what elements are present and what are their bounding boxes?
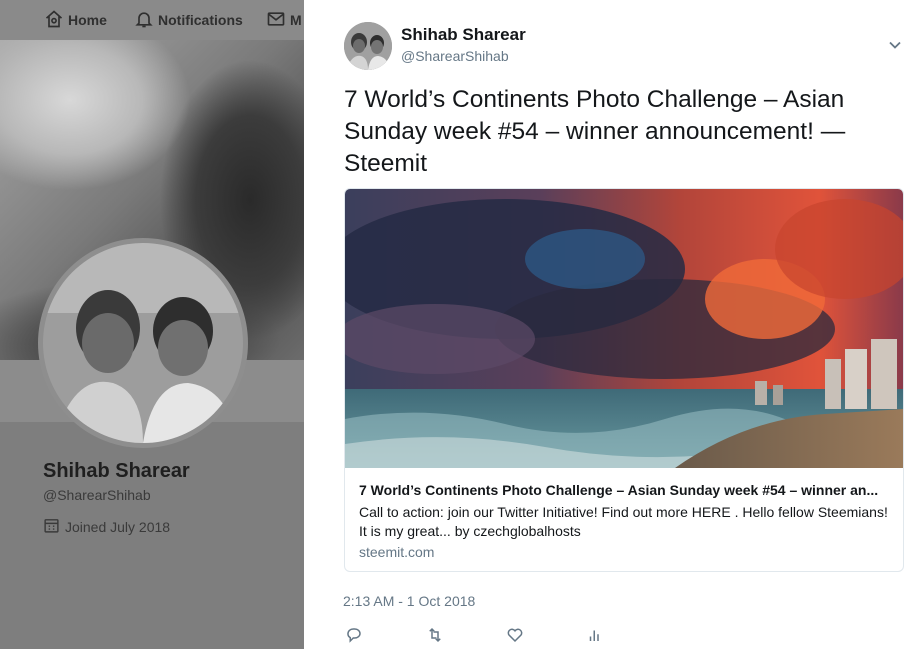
profile-page-background: Home Notifications M Shihab Sharear @Sha… [0, 0, 304, 649]
reply-icon [345, 626, 365, 644]
card-image [345, 189, 903, 468]
tweet-modal: Shihab Sharear @SharearShihab 7 World’s … [304, 0, 915, 649]
bell-icon [134, 9, 158, 32]
retweet-button[interactable] [426, 626, 446, 646]
joined-label: Joined July 2018 [65, 519, 171, 535]
calendar-icon [43, 517, 65, 537]
author-handle[interactable]: @SharearShihab [401, 48, 509, 64]
reply-button[interactable] [345, 626, 365, 646]
heart-icon [506, 626, 526, 644]
profile-handle: @SharearShihab [43, 487, 151, 503]
profile-joined-date: Joined July 2018 [43, 518, 170, 536]
chevron-down-icon[interactable] [888, 38, 902, 52]
retweet-icon [426, 626, 446, 644]
analytics-icon [586, 626, 606, 644]
card-domain: steemit.com [359, 544, 435, 560]
tweet-timestamp[interactable]: 2:13 AM - 1 Oct 2018 [343, 593, 475, 609]
home-icon [44, 9, 68, 32]
envelope-icon [266, 9, 290, 32]
link-preview-card[interactable]: 7 World’s Continents Photo Challenge – A… [344, 188, 904, 572]
top-nav-bar: Home Notifications M [0, 0, 304, 40]
tweet-text: 7 World’s Continents Photo Challenge – A… [344, 86, 846, 177]
nav-home[interactable]: Home [44, 9, 107, 32]
nav-home-label: Home [68, 12, 107, 28]
author-name[interactable]: Shihab Sharear [401, 25, 526, 45]
author-avatar[interactable] [344, 22, 392, 70]
nav-messages[interactable]: M [266, 10, 302, 30]
nav-messages-label: M [290, 12, 302, 28]
card-description: Call to action: join our Twitter Initiat… [359, 504, 888, 539]
analytics-button[interactable] [586, 626, 606, 646]
like-button[interactable] [506, 626, 526, 646]
nav-notifications[interactable]: Notifications [134, 10, 243, 30]
profile-avatar[interactable] [38, 238, 248, 448]
nav-notifications-label: Notifications [158, 12, 243, 28]
profile-name: Shihab Sharear [43, 460, 190, 482]
card-title: 7 World’s Continents Photo Challenge – A… [359, 482, 879, 498]
